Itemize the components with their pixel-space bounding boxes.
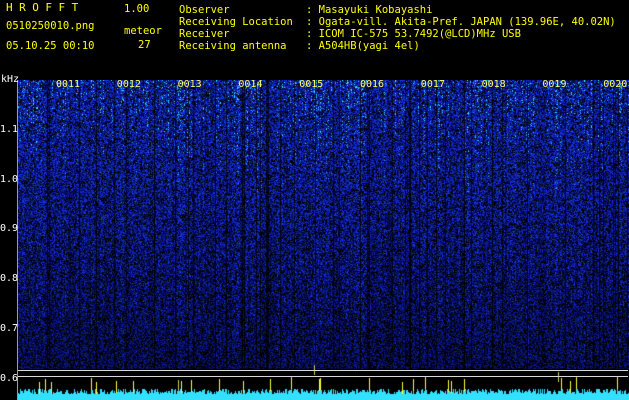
hrofft-screen: HROFFT 1.00 0510250010.png 05.10.25 00:1… — [0, 0, 629, 400]
spectrogram — [17, 80, 629, 400]
app-logo: HROFFT — [6, 1, 85, 14]
location-value: : Ogata-vill. Akita-Pref. JAPAN (139.96E… — [306, 16, 616, 28]
receiver-value: : ICOM IC-575 53.7492(@LCD)MHz USB — [306, 28, 521, 40]
observer-label: Observer — [179, 4, 230, 16]
time-tick-label: 0015 — [299, 79, 324, 90]
reference-line-upper — [18, 370, 628, 371]
capture-datetime: 05.10.25 00:10 — [6, 40, 95, 52]
y-tick-label: 0.6 — [0, 373, 19, 384]
reference-line-lower — [18, 376, 628, 377]
y-tick-label: 1.1 — [0, 124, 19, 135]
y-tick-label: 0.9 — [0, 223, 19, 234]
spectrogram-canvas — [18, 80, 629, 400]
y-tick-label: 0.8 — [0, 273, 19, 284]
antenna-label: Receiving antenna — [179, 40, 287, 52]
time-tick-label: 0011 — [56, 79, 81, 90]
antenna-value: : A504HB(yagi 4el) — [306, 40, 420, 52]
meteor-count-label: meteor — [124, 25, 162, 37]
time-tick-label: 0013 — [177, 79, 202, 90]
time-tick-label: 0017 — [420, 79, 445, 90]
receiver-label: Receiver — [179, 28, 230, 40]
file-name: 0510250010.png — [6, 20, 95, 32]
time-tick-label: 0016 — [360, 79, 385, 90]
location-label: Receiving Location — [179, 16, 293, 28]
time-tick-label: 0019 — [542, 79, 567, 90]
frequency-axis-label: kHz — [1, 74, 20, 85]
time-tick-label: 0018 — [481, 79, 506, 90]
time-tick-label: 0014 — [238, 79, 263, 90]
meteor-count-value: 27 — [138, 39, 151, 51]
y-tick-label: 0.7 — [0, 323, 19, 334]
y-tick-label: 1.0 — [0, 174, 19, 185]
app-version: 1.00 — [124, 3, 150, 15]
time-tick-label: 0020 — [603, 79, 628, 90]
observer-value: : Masayuki Kobayashi — [306, 4, 433, 16]
time-tick-label: 0012 — [116, 79, 141, 90]
